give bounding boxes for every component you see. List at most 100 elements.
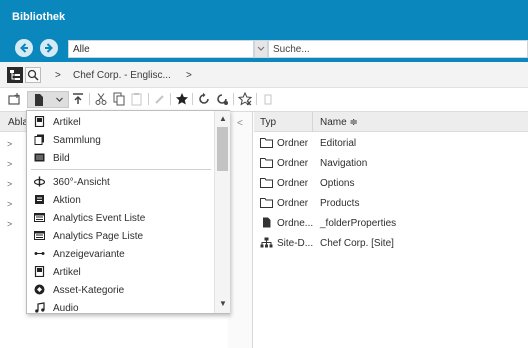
menu-item-label: Artikel — [53, 117, 81, 128]
clear-filter-icon[interactable] — [238, 92, 252, 106]
menu-item-artikel-2[interactable]: Artikel — [27, 263, 213, 281]
library-title-bar: Bibliothek — [0, 0, 528, 36]
menu-item-artikel[interactable]: Artikel — [27, 113, 213, 131]
scroll-up-arrow-icon[interactable]: ▲ — [219, 114, 227, 123]
audio-icon — [35, 302, 45, 313]
new-folder-icon[interactable] — [8, 92, 22, 106]
table-row[interactable]: Ordner Products — [254, 193, 528, 213]
row-name: _folderProperties — [320, 218, 397, 229]
trash-icon — [264, 94, 272, 105]
menu-item-360-ansicht[interactable]: 360°-Ansicht — [27, 173, 213, 191]
search-placeholder: Suche... — [273, 44, 310, 55]
forward-button[interactable] — [40, 39, 58, 57]
search-options-button[interactable] — [254, 40, 268, 58]
document-icon — [263, 217, 271, 228]
menu-item-label: Bild — [53, 153, 70, 164]
navigation-bar: Alle Suche... — [0, 36, 528, 62]
tree-expand-chevron[interactable]: > — [7, 199, 12, 209]
spinner-360-icon — [34, 176, 45, 187]
toolbar-separator — [192, 93, 193, 105]
row-name: Navigation — [320, 158, 368, 169]
cut-icon[interactable] — [94, 92, 108, 106]
article-icon — [34, 266, 45, 277]
column-header-type[interactable]: Typ — [260, 117, 276, 128]
article-icon — [34, 116, 45, 127]
menu-scrollbar[interactable]: ▲ ▼ — [214, 111, 230, 313]
menu-item-label: 360°-Ansicht — [53, 177, 110, 188]
row-type: Site-D... — [277, 238, 314, 249]
menu-item-audio[interactable]: Audio — [27, 299, 213, 314]
content-table-header: Typ Name ≑ — [254, 112, 528, 132]
scrollbar-thumb[interactable] — [217, 127, 228, 171]
image-icon — [34, 153, 45, 162]
table-row[interactable]: Ordner Options — [254, 173, 528, 193]
column-header-name[interactable]: Name ≑ — [320, 117, 358, 128]
tree-expand-chevron[interactable]: > — [7, 159, 12, 169]
action-icon — [35, 195, 44, 204]
breadcrumb: > Chef Corp. - Englisc... > — [0, 62, 528, 88]
sync-icon[interactable] — [197, 92, 211, 106]
search-view-button[interactable] — [25, 67, 41, 83]
sort-indicator-icon: ≑ — [349, 117, 358, 128]
menu-item-label: Audio — [53, 303, 79, 314]
arrow-left-icon — [20, 43, 28, 53]
analytics-list-icon — [34, 231, 45, 240]
menu-item-label: Artikel — [53, 267, 81, 278]
breadcrumb-item-chef-corp[interactable]: Chef Corp. - Englisc... — [73, 70, 171, 81]
menu-item-sammlung[interactable]: Sammlung — [27, 131, 213, 149]
row-name: Chef Corp. [Site] — [320, 238, 394, 249]
pane-splitter[interactable]: < — [228, 112, 253, 348]
menu-item-label: Analytics Page Liste — [53, 231, 144, 242]
tree-header-label: Abla — [8, 117, 29, 128]
new-content-button[interactable] — [27, 91, 69, 108]
content-list-pane: Typ Name ≑ Ordner Editorial Ordner Navig… — [254, 112, 528, 348]
row-type: Ordner — [277, 198, 309, 209]
folder-icon — [260, 158, 273, 168]
menu-item-analytics-event-liste[interactable]: Analytics Event Liste — [27, 209, 213, 227]
tree-expand-chevron[interactable]: > — [7, 139, 12, 149]
row-type: Ordner — [277, 138, 309, 149]
row-type: Ordne... — [277, 218, 314, 229]
document-icon — [35, 94, 43, 106]
table-row[interactable]: Ordner Navigation — [254, 153, 528, 173]
toolbar — [0, 88, 528, 112]
back-button[interactable] — [15, 39, 33, 57]
menu-item-anzeigevariante[interactable]: Anzeigevariante — [27, 245, 213, 263]
table-row[interactable]: Site-D... Chef Corp. [Site] — [254, 233, 528, 253]
chevron-down-icon — [257, 46, 265, 51]
collection-icon — [34, 134, 44, 145]
menu-item-aktion[interactable]: Aktion — [27, 191, 213, 209]
row-name: Editorial — [320, 138, 357, 149]
scope-select[interactable]: Alle — [68, 40, 254, 58]
collapse-pane-arrow[interactable]: < — [237, 118, 243, 129]
row-name: Options — [320, 178, 355, 189]
folder-icon — [260, 138, 273, 148]
row-name: Products — [320, 198, 360, 209]
menu-item-analytics-page-liste[interactable]: Analytics Page Liste — [27, 227, 213, 245]
scope-value: Alle — [73, 44, 90, 55]
folder-icon — [260, 178, 273, 188]
sync-settings-icon[interactable] — [215, 92, 229, 106]
toolbar-separator — [170, 93, 171, 105]
star-icon[interactable] — [175, 92, 189, 106]
table-row[interactable]: Ordne... _folderProperties — [254, 213, 528, 233]
toolbar-separator — [256, 93, 257, 105]
scroll-down-arrow-icon[interactable]: ▼ — [219, 299, 227, 308]
menu-separator — [31, 169, 211, 170]
menu-item-label: Aktion — [53, 195, 81, 206]
copy-icon[interactable] — [112, 92, 126, 106]
menu-item-bild[interactable]: Bild — [27, 149, 213, 167]
menu-item-label: Sammlung — [53, 135, 101, 146]
toolbar-separator — [148, 93, 149, 105]
toolbar-separator — [233, 93, 234, 105]
table-row[interactable]: Ordner Editorial — [254, 133, 528, 153]
column-header-name-label: Name — [320, 117, 347, 128]
tree-expand-chevron[interactable]: > — [7, 219, 12, 229]
search-input[interactable]: Suche... — [268, 40, 528, 58]
tree-expand-chevron[interactable]: > — [7, 179, 12, 189]
tree-view-button[interactable] — [7, 67, 23, 83]
variant-icon — [34, 252, 45, 255]
edit-pencil-icon — [155, 95, 164, 104]
publish-icon[interactable] — [71, 92, 85, 106]
menu-item-asset-kategorie[interactable]: Asset-Kategorie — [27, 281, 213, 299]
